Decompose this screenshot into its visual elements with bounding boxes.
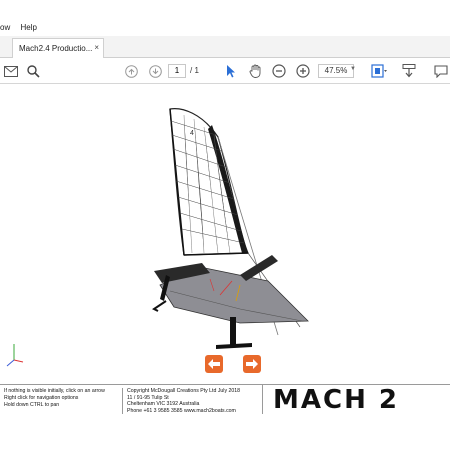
svg-text:4: 4 [190,130,194,137]
search-icon[interactable] [24,62,42,80]
zoom-out-icon[interactable] [270,62,288,80]
copyright-line: Copyright McDougall Creations Pty Ltd Ju… [127,388,241,394]
zoom-in-icon[interactable] [294,62,312,80]
menu-bar: ow Help [0,20,450,36]
zoom-dropdown-caret-icon[interactable]: ▼ [350,66,356,72]
page-number-field[interactable]: 1 [168,64,186,78]
instruction-line: Hold down CTRL to pan [4,402,60,408]
next-view-button[interactable] [243,355,261,373]
page-up-icon[interactable] [122,62,140,80]
comment-icon[interactable] [432,62,450,80]
scroll-mode-icon[interactable] [400,62,418,80]
axis-triad-icon [6,344,24,367]
page-blank-area [0,414,450,450]
document-viewer[interactable]: 4 [0,85,450,385]
arrow-right-icon [246,359,258,369]
sailboat-3d-model[interactable]: 4 [140,95,320,365]
page-down-icon[interactable] [146,62,164,80]
select-cursor-icon[interactable] [222,62,240,80]
page-total: / 1 [190,66,199,75]
brand-logo: MACH 2 [262,385,450,415]
zoom-level-field[interactable]: 47.5% [318,64,354,78]
tab-close-button[interactable]: × [94,43,99,52]
tab-title: Mach2.4 Productio... [19,44,93,53]
copyright-block: Copyright McDougall Creations Pty Ltd Ju… [122,388,256,415]
fit-page-icon[interactable] [370,62,388,80]
tab-strip: Mach2.4 Productio... × [0,36,450,58]
menu-item-window[interactable]: ow [0,20,10,36]
mail-icon[interactable] [2,62,20,80]
instruction-line: If nothing is visible initially, click o… [4,388,105,394]
instruction-line: Right click for navigation options [4,395,79,401]
previous-view-button[interactable] [205,355,223,373]
tab-document[interactable]: Mach2.4 Productio... × [12,38,104,58]
document-footer: If nothing is visible initially, click o… [0,384,450,415]
arrow-left-icon [208,359,220,369]
hand-icon[interactable] [246,62,264,80]
viewer-instructions: If nothing is visible initially, click o… [4,388,116,409]
toolbar: 1 / 1 47.5% ▼ [0,58,450,84]
menu-item-help[interactable]: Help [20,20,36,36]
